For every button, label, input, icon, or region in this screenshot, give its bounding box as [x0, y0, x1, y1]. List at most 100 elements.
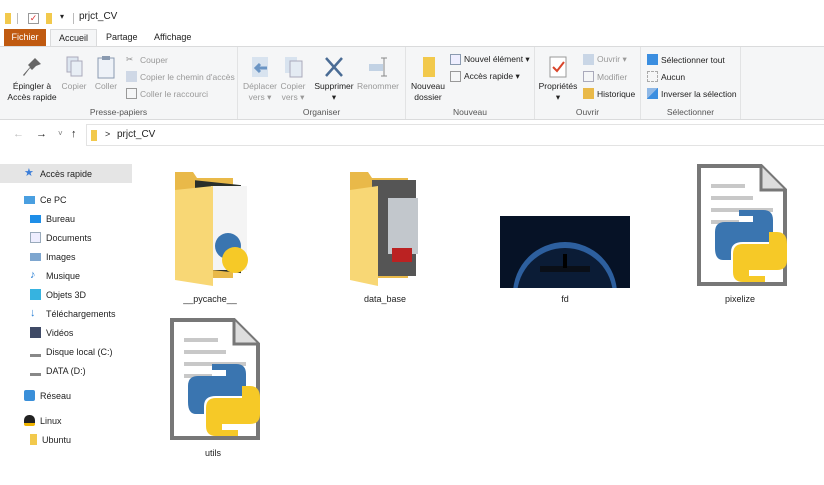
- folder-icon: [30, 434, 37, 445]
- group-selectionner: Sélectionner tout Aucun Inverser la séle…: [641, 47, 741, 119]
- open-button[interactable]: Ouvrir ▾: [583, 54, 627, 65]
- network-icon: [24, 390, 35, 401]
- edit-icon: [583, 71, 594, 82]
- paste-button[interactable]: Coller: [92, 55, 120, 92]
- video-icon: [30, 327, 41, 338]
- copy-to-button[interactable]: Copier vers ▾: [278, 55, 308, 103]
- sidebar-item-label: Réseau: [40, 390, 72, 401]
- desktop-icon: [30, 214, 41, 223]
- sidebar-item-reseau[interactable]: Réseau: [0, 386, 132, 405]
- group-organiser: Déplacer vers ▾ Copier vers ▾ Supprimer …: [238, 47, 406, 119]
- pin-icon: [21, 55, 43, 79]
- sidebar-item-telechargements[interactable]: ↓ Téléchargements: [0, 304, 132, 323]
- new-folder-quick-icon[interactable]: [46, 13, 52, 24]
- easy-access-button[interactable]: Accès rapide ▾: [450, 71, 520, 82]
- select-none-button[interactable]: Aucun: [647, 71, 685, 82]
- sidebar-item-label: Ce PC: [40, 194, 67, 205]
- easy-access-label: Accès rapide ▾: [464, 71, 520, 81]
- new-item-label: Nouvel élément ▾: [464, 54, 530, 64]
- rename-button[interactable]: Renommer: [356, 55, 400, 92]
- sidebar-item-bureau[interactable]: Bureau: [0, 209, 132, 228]
- scissors-icon: ✂: [126, 54, 134, 64]
- sidebar-item-label: Linux: [40, 415, 62, 426]
- pc-icon: [24, 195, 35, 204]
- move-icon: [249, 55, 271, 79]
- file-item-utils[interactable]: utils: [138, 310, 288, 470]
- invert-selection-button[interactable]: Inverser la sélection: [647, 88, 737, 99]
- up-button[interactable]: ↑: [71, 128, 77, 140]
- properties-dropdown: ▾: [555, 92, 561, 102]
- properties-quick-icon[interactable]: ✓: [28, 13, 39, 24]
- group-label: Organiser: [302, 107, 341, 117]
- tab-fichier[interactable]: Fichier: [4, 29, 46, 46]
- path-icon: [126, 71, 137, 82]
- file-name: data_base: [363, 294, 407, 304]
- drive-icon: [30, 346, 41, 357]
- select-all-button[interactable]: Sélectionner tout: [647, 54, 725, 65]
- copy-button[interactable]: Copier: [60, 55, 88, 92]
- delete-button[interactable]: Supprimer ▾: [312, 55, 356, 103]
- file-item-pixelize[interactable]: pixelize: [665, 150, 815, 310]
- properties-button[interactable]: Propriétés ▾: [537, 55, 579, 103]
- sidebar-item-label: Disque local (C:): [46, 346, 113, 357]
- tab-accueil[interactable]: Accueil: [50, 29, 98, 46]
- sidebar-item-videos[interactable]: Vidéos: [0, 323, 132, 342]
- move-to-button[interactable]: Déplacer vers ▾: [242, 55, 278, 103]
- history-label: Historique: [597, 88, 636, 99]
- folder-with-python-icon: [175, 172, 248, 286]
- sidebar-item-musique[interactable]: ♪ Musique: [0, 266, 132, 285]
- new-folder-button[interactable]: Nouveau dossier: [410, 55, 446, 103]
- file-item-fd[interactable]: fd: [490, 150, 640, 310]
- address-bar: ← → ˅ ↑ > prjct_CV: [0, 124, 824, 146]
- address-path-field[interactable]: > prjct_CV: [86, 124, 824, 146]
- divider: [17, 13, 18, 24]
- history-button[interactable]: Historique: [583, 88, 635, 99]
- documents-icon: [30, 232, 41, 243]
- sidebar-item-acces-rapide[interactable]: ★ Accès rapide: [0, 164, 132, 183]
- cut-button[interactable]: ✂ Couper: [126, 54, 168, 65]
- sidebar-item-disque-local[interactable]: Disque local (C:): [0, 342, 132, 361]
- copy-path-button[interactable]: Copier le chemin d'accès: [126, 71, 235, 82]
- pin-button[interactable]: Épingler à Accès rapide: [6, 55, 58, 103]
- breadcrumb-separator[interactable]: >: [105, 129, 110, 139]
- folder-icon: [417, 55, 439, 79]
- forward-button[interactable]: →: [36, 128, 47, 140]
- new-folder-label-2: dossier: [414, 92, 442, 102]
- cube-icon: [30, 289, 41, 300]
- tab-partage[interactable]: Partage: [98, 29, 146, 46]
- sidebar-item-data-d[interactable]: DATA (D:): [0, 361, 132, 380]
- sidebar-item-documents[interactable]: Documents: [0, 228, 132, 247]
- rename-label: Renommer: [356, 81, 400, 91]
- clipboard-icon: [95, 55, 117, 79]
- copy-label: Copier: [61, 81, 87, 91]
- file-item-pycache[interactable]: __pycache__: [135, 150, 285, 310]
- paste-shortcut-button[interactable]: Coller le raccourci: [126, 88, 208, 99]
- edit-button[interactable]: Modifier: [583, 71, 627, 82]
- recent-locations-button[interactable]: ˅: [58, 129, 63, 138]
- file-name: fd: [561, 294, 569, 304]
- move-label: Déplacer: [242, 81, 278, 91]
- paste-label: Coller: [94, 81, 118, 91]
- sidebar-item-images[interactable]: Images: [0, 247, 132, 266]
- divider: [73, 13, 74, 24]
- title-bar: ✓ ▾ prjct_CV: [0, 8, 824, 28]
- python-file-icon: [697, 164, 787, 286]
- group-label: Sélectionner: [666, 107, 715, 117]
- back-button[interactable]: ←: [13, 128, 24, 140]
- images-icon: [30, 252, 41, 261]
- sidebar-item-ubuntu[interactable]: Ubuntu: [0, 430, 132, 449]
- folder-with-images-icon: [350, 172, 418, 286]
- copy-to-icon: [282, 55, 304, 79]
- new-item-button[interactable]: Nouvel élément ▾: [450, 54, 530, 65]
- group-label: Ouvrir: [575, 107, 600, 117]
- file-item-data-base[interactable]: data_base: [310, 150, 460, 310]
- image-thumbnail: [500, 216, 630, 288]
- sidebar-item-ce-pc[interactable]: Ce PC: [0, 190, 132, 209]
- tab-affichage[interactable]: Affichage: [146, 29, 199, 46]
- breadcrumb-prjct-cv[interactable]: prjct_CV: [117, 129, 155, 140]
- delete-x-icon: [323, 55, 345, 79]
- sidebar-item-objets-3d[interactable]: Objets 3D: [0, 285, 132, 304]
- sidebar-item-linux[interactable]: Linux: [0, 411, 132, 430]
- customize-quick-access-icon[interactable]: ▾: [60, 12, 64, 21]
- sidebar-item-label: Images: [46, 251, 76, 262]
